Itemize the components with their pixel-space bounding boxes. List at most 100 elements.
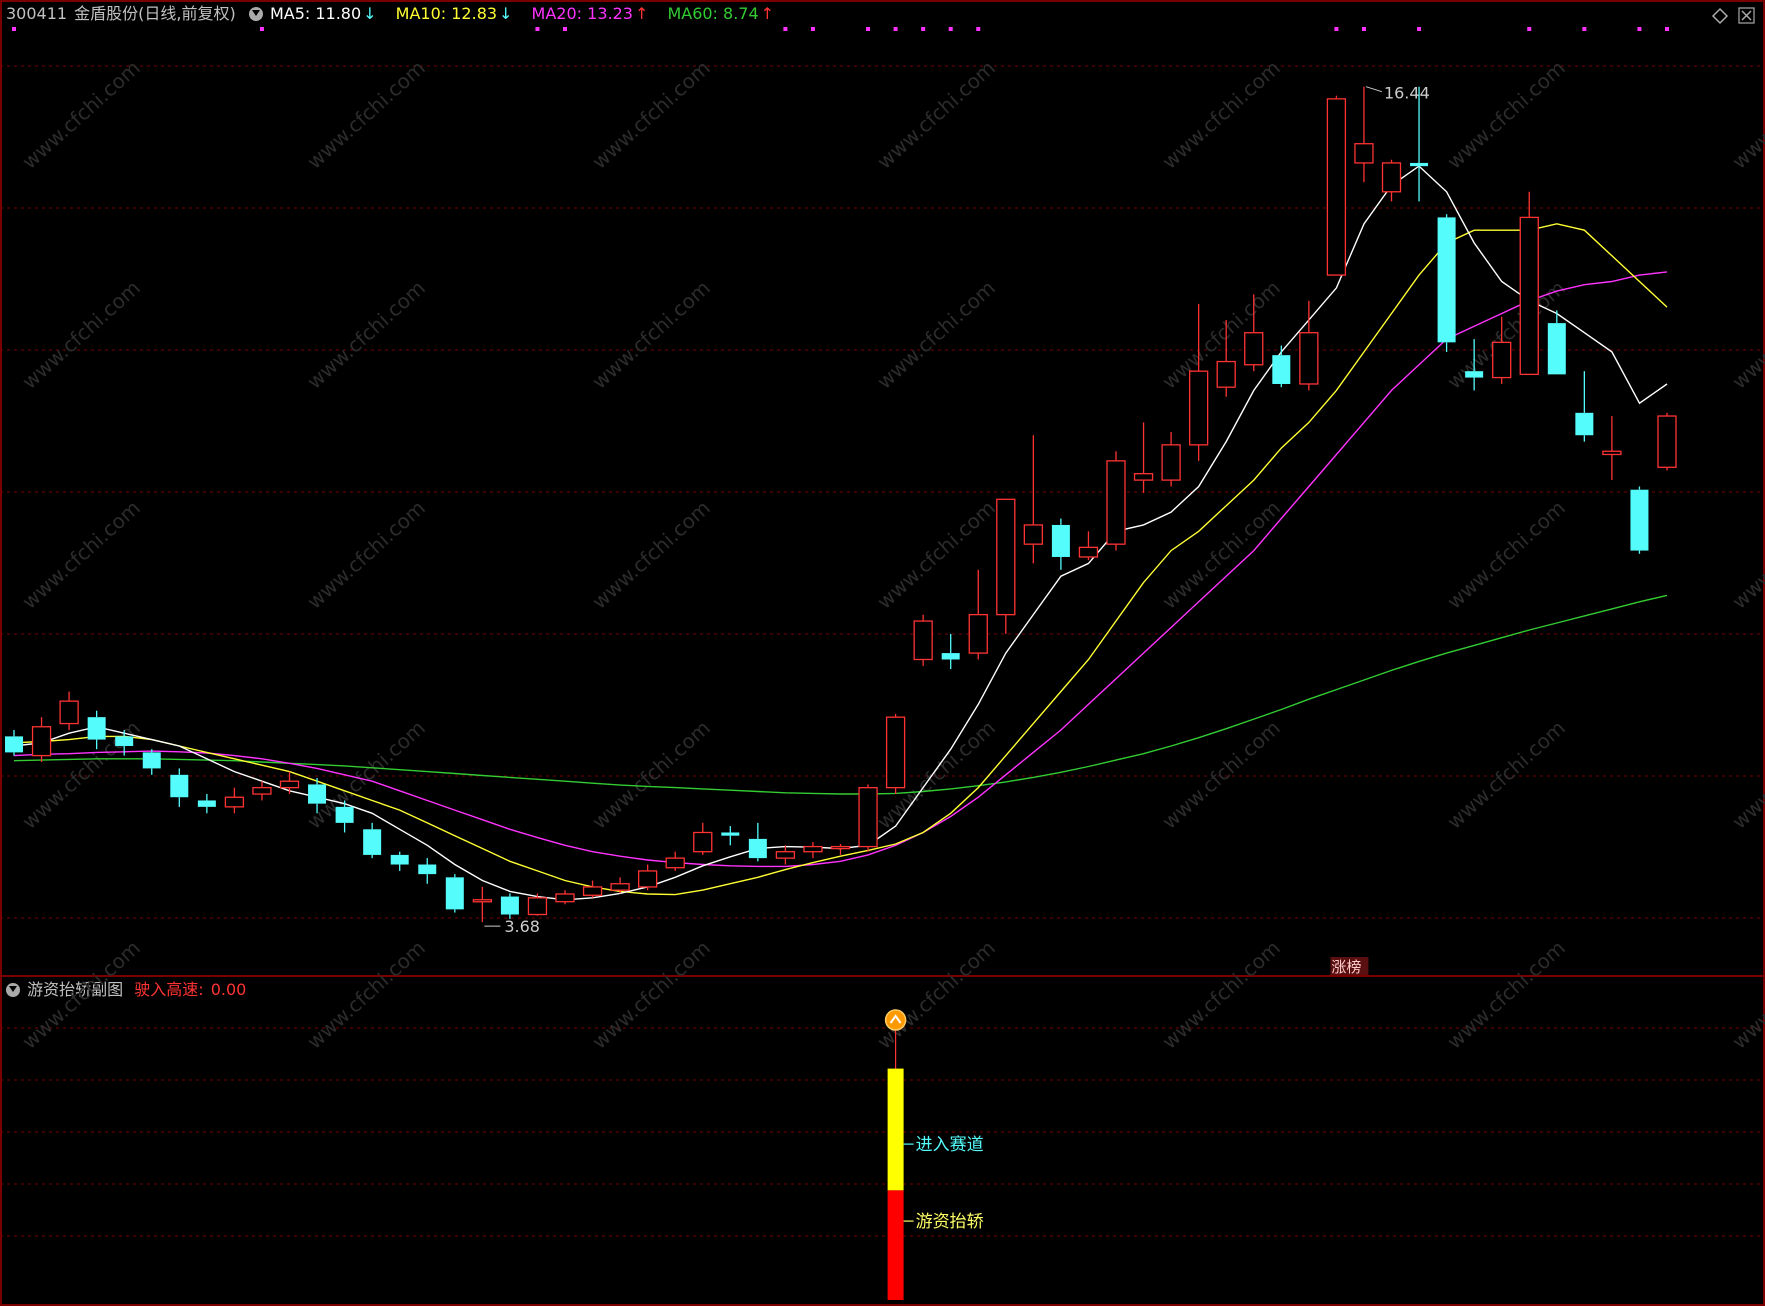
watermark-text: www.cfchi.com bbox=[1727, 936, 1765, 1054]
signal-dot bbox=[1582, 27, 1587, 31]
candle-body bbox=[500, 896, 519, 915]
candle-13 bbox=[363, 822, 382, 859]
candle-body bbox=[858, 786, 878, 848]
candle-47 bbox=[1299, 300, 1319, 391]
signal-dots bbox=[12, 27, 1669, 31]
candle-body bbox=[197, 800, 216, 807]
signal-dot bbox=[893, 27, 898, 31]
candle-body bbox=[1630, 489, 1649, 551]
signal-dot bbox=[783, 27, 788, 31]
candle-59 bbox=[1630, 486, 1649, 554]
watermark-text: www.cfchi.com bbox=[587, 276, 714, 394]
watermark-text: www.cfchi.com bbox=[302, 496, 429, 614]
watermark-text: www.cfchi.com bbox=[1727, 496, 1765, 614]
watermark-text: www.cfchi.com bbox=[17, 936, 144, 1054]
ma60-line bbox=[13, 594, 1668, 795]
enter-track-label: 进入赛道 bbox=[916, 1134, 984, 1155]
candle-body bbox=[1410, 162, 1429, 167]
candle-21 bbox=[582, 880, 603, 898]
watermark-text: www.cfchi.com bbox=[1442, 56, 1569, 174]
watermark-text: www.cfchi.com bbox=[302, 276, 429, 394]
candle-body bbox=[279, 780, 300, 789]
watermarks: www.cfchi.com www.cfchi.com www.cfchi.com w… bbox=[17, 56, 1765, 1054]
watermark-text: www.cfchi.com bbox=[1727, 276, 1765, 394]
candle-body bbox=[87, 717, 106, 740]
candle-33 bbox=[913, 614, 933, 666]
hot-money-label: 游资抬轿 bbox=[916, 1212, 984, 1232]
candle-body bbox=[1133, 473, 1154, 481]
candle-body bbox=[1547, 323, 1566, 375]
hot-money-bar bbox=[887, 1190, 904, 1300]
high-pointer bbox=[1365, 86, 1383, 93]
watermark-text: www.cfchi.com bbox=[1157, 56, 1284, 174]
candle-body bbox=[1106, 460, 1126, 545]
signal-dot bbox=[563, 27, 567, 31]
candle-body bbox=[335, 806, 354, 823]
candle-20 bbox=[555, 890, 575, 905]
watermark-text: www.cfchi.com bbox=[1157, 716, 1284, 834]
watermark-text: www.cfchi.com bbox=[17, 276, 144, 394]
watermark-text: www.cfchi.com bbox=[302, 936, 429, 1054]
candle-body bbox=[1326, 98, 1347, 276]
signal-dot bbox=[976, 27, 981, 31]
candle-body bbox=[748, 838, 767, 859]
signal-dot bbox=[1665, 27, 1669, 31]
candle-body bbox=[1575, 412, 1594, 436]
candle-58 bbox=[1602, 416, 1622, 481]
candle-40 bbox=[1106, 451, 1126, 551]
candle-32 bbox=[885, 713, 906, 795]
watermark-text: www.cfchi.com bbox=[587, 496, 714, 614]
candlesticks bbox=[5, 86, 1677, 923]
candle-36 bbox=[996, 498, 1016, 634]
sub-chart: 进入赛道游资抬轿 bbox=[884, 1009, 984, 1300]
candle-37 bbox=[1023, 435, 1043, 564]
chart-canvas: www.cfchi.com www.cfchi.com www.cfchi.com w… bbox=[0, 0, 1765, 1306]
candle-body bbox=[142, 752, 161, 769]
candle-body bbox=[1023, 524, 1043, 545]
candle-42 bbox=[1161, 432, 1181, 487]
candle-body bbox=[5, 736, 23, 753]
watermark-text: www.cfchi.com bbox=[302, 716, 429, 834]
watermark-text: www.cfchi.com bbox=[872, 496, 999, 614]
candle-38 bbox=[1051, 518, 1070, 570]
candle-16 bbox=[445, 874, 464, 913]
watermark-text: www.cfchi.com bbox=[1157, 496, 1284, 614]
candle-body bbox=[1465, 371, 1484, 378]
candle-body bbox=[1354, 143, 1374, 164]
signal-dot bbox=[948, 27, 953, 31]
candle-body bbox=[224, 796, 245, 808]
signal-dot bbox=[1527, 27, 1532, 31]
watermark-text: www.cfchi.com bbox=[302, 56, 429, 174]
watermark-text: www.cfchi.com bbox=[1727, 56, 1765, 174]
candle-body bbox=[390, 854, 409, 865]
candle-34 bbox=[941, 633, 960, 670]
diamond-icon[interactable] bbox=[1711, 7, 1729, 25]
candle-body bbox=[1078, 546, 1099, 558]
candle-body bbox=[445, 877, 464, 910]
candle-57 bbox=[1575, 371, 1594, 442]
candle-body bbox=[638, 870, 658, 888]
candle-51 bbox=[1410, 86, 1429, 202]
candle-56 bbox=[1547, 310, 1566, 375]
watermark-text: www.cfchi.com bbox=[1442, 936, 1569, 1054]
chart-border bbox=[0, 0, 1765, 1306]
watermark-text: www.cfchi.com bbox=[1727, 716, 1765, 834]
candle-body bbox=[721, 832, 740, 836]
candle-6 bbox=[170, 768, 189, 807]
candle-body bbox=[1602, 450, 1622, 456]
close-icon[interactable] bbox=[1738, 7, 1755, 24]
candle-body bbox=[803, 845, 823, 853]
watermark-text: www.cfchi.com bbox=[587, 56, 714, 174]
candle-body bbox=[472, 899, 493, 903]
watermark-text: www.cfchi.com bbox=[872, 56, 999, 174]
high-label: 16.44 bbox=[1384, 84, 1430, 103]
signal-dot bbox=[866, 27, 871, 31]
candle-body bbox=[1189, 370, 1209, 446]
candle-body bbox=[1161, 444, 1181, 481]
signal-dot bbox=[1361, 27, 1366, 31]
candle-body bbox=[941, 653, 960, 660]
candle-body bbox=[170, 774, 189, 798]
candle-39 bbox=[1078, 531, 1099, 561]
candle-14 bbox=[390, 851, 409, 871]
watermark-text: www.cfchi.com bbox=[1442, 716, 1569, 834]
